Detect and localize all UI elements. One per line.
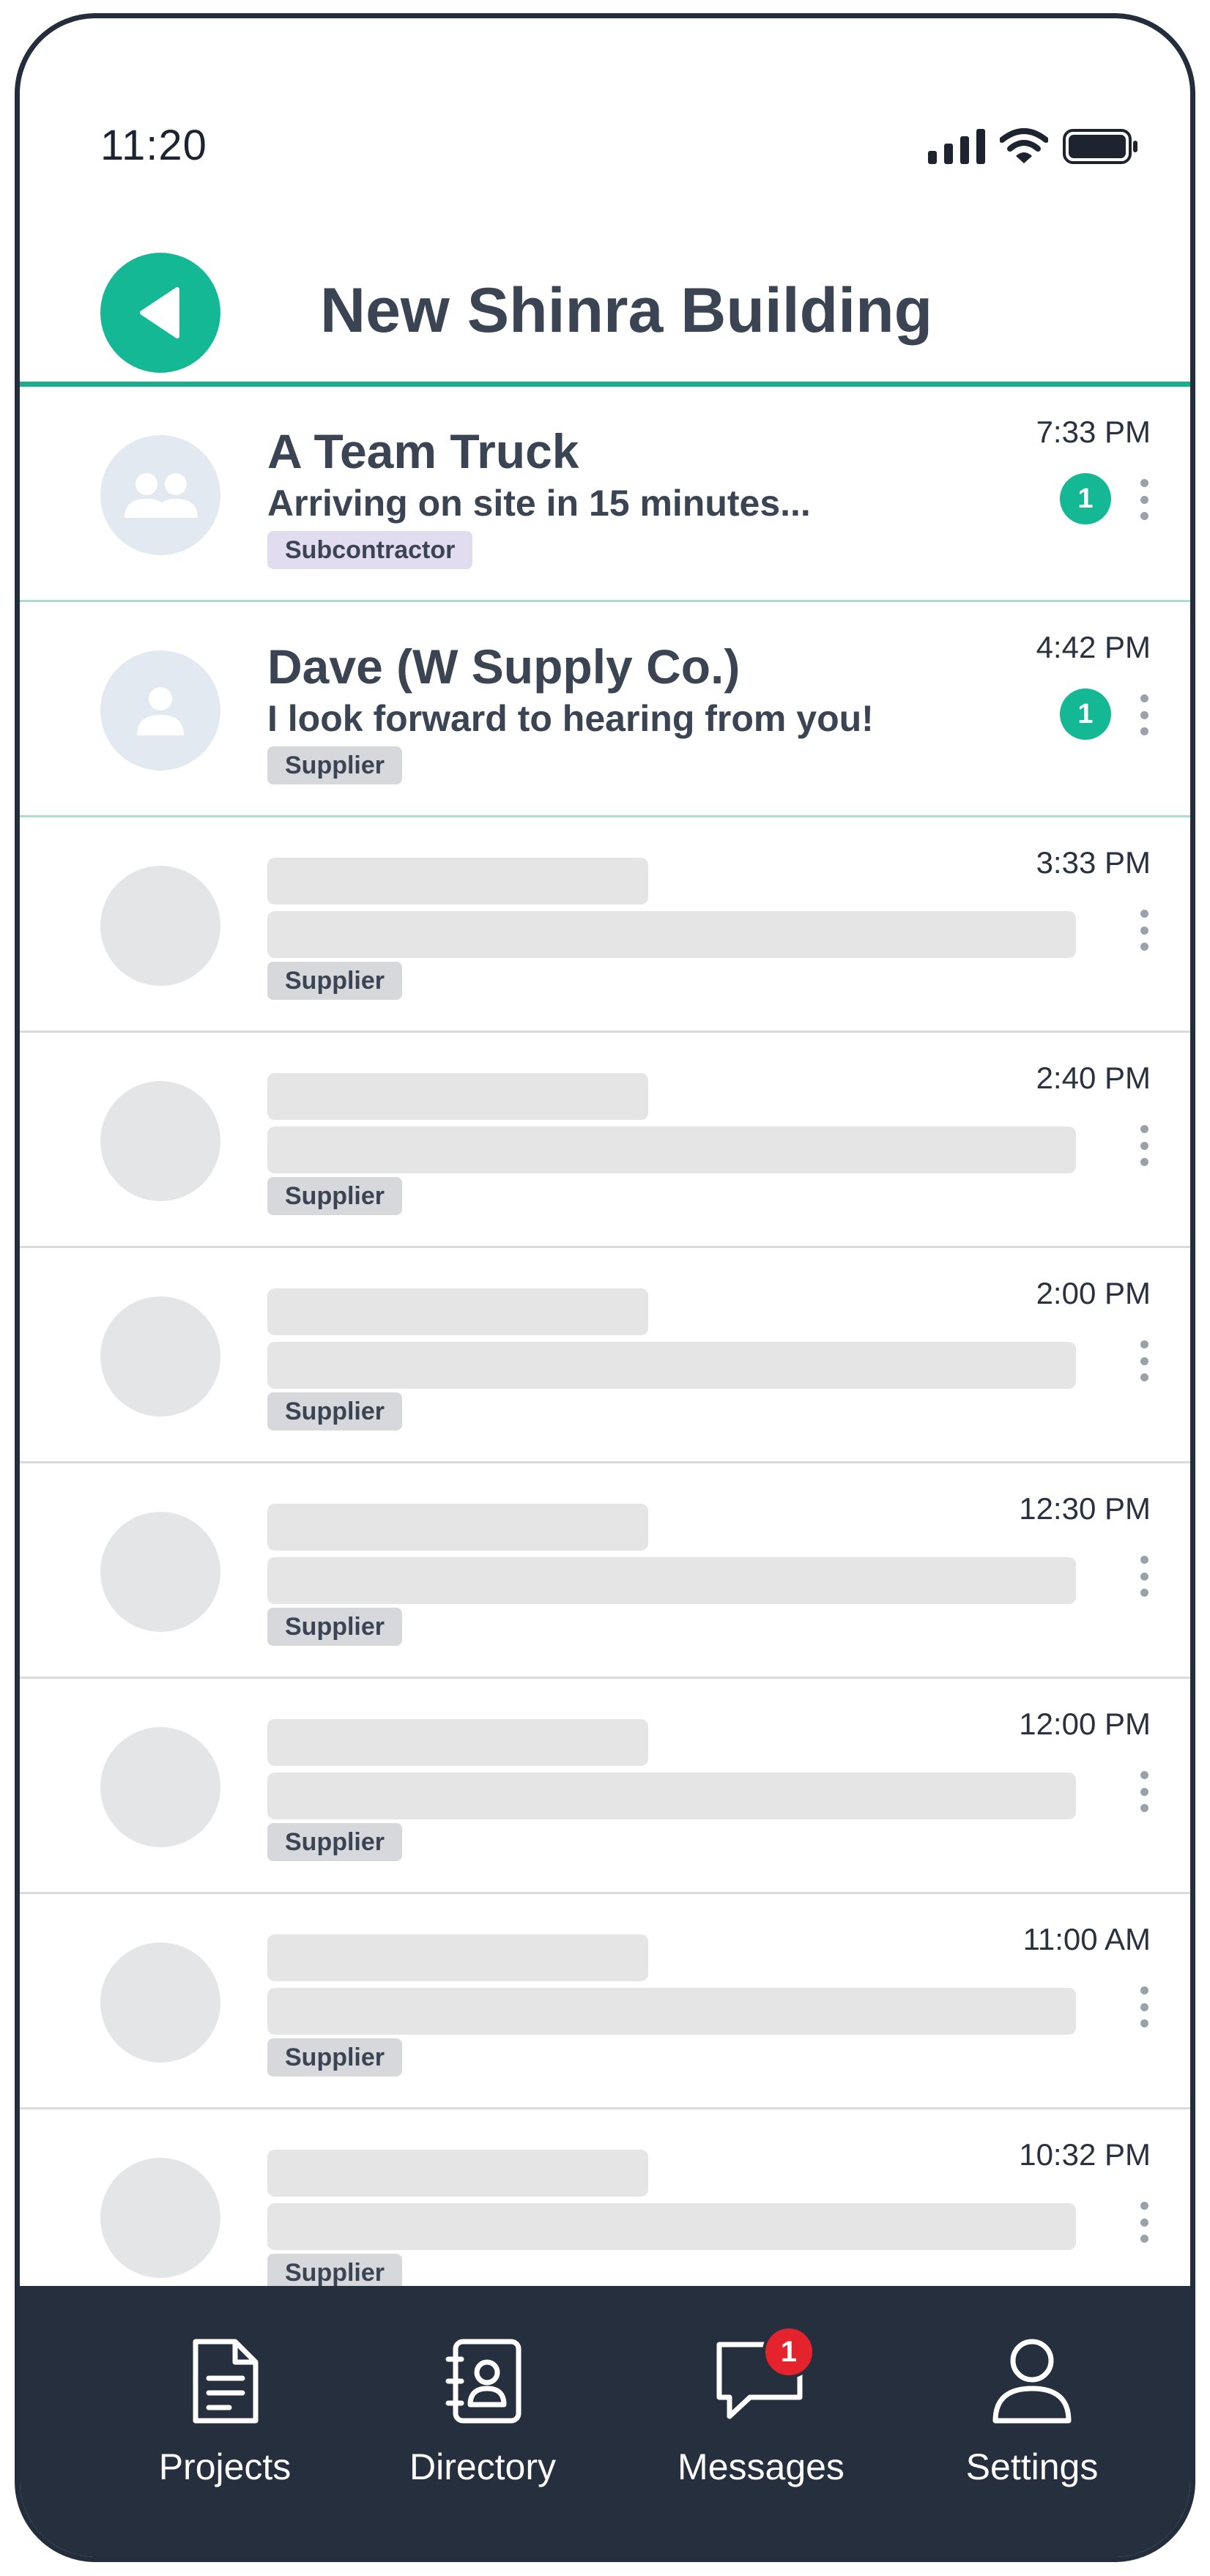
phone-frame: 11:20 New Shinra Building A Team Truck A… xyxy=(15,13,1195,2562)
wifi-icon xyxy=(1000,128,1048,163)
status-bar: 11:20 xyxy=(20,18,1190,187)
avatar xyxy=(100,650,220,771)
conversation-row[interactable]: Supplier 3:33 PM xyxy=(20,817,1190,1033)
role-badge: Subcontractor xyxy=(267,531,473,569)
name-placeholder xyxy=(267,858,648,905)
preview-placeholder xyxy=(267,1988,1076,2035)
message-time: 12:00 PM xyxy=(1019,1707,1151,1741)
status-time: 11:20 xyxy=(100,122,207,169)
header: New Shinra Building xyxy=(20,216,1190,392)
name-placeholder xyxy=(267,2150,648,2197)
role-badge: Supplier xyxy=(267,1608,403,1646)
role-badge: Supplier xyxy=(267,962,403,1000)
role-badge: Supplier xyxy=(267,2038,403,2076)
nav-label: Messages xyxy=(678,2446,845,2487)
more-options-button[interactable] xyxy=(1133,1556,1155,1597)
avatar-placeholder xyxy=(100,1296,220,1417)
conversation-row[interactable]: Supplier 12:30 PM xyxy=(20,1463,1190,1679)
avatar-placeholder xyxy=(100,1727,220,1847)
document-icon xyxy=(174,2330,276,2432)
nav-directory[interactable]: Directory xyxy=(365,2330,600,2488)
more-options-button[interactable] xyxy=(1133,910,1155,951)
avatar xyxy=(100,435,220,555)
preview-placeholder xyxy=(267,1126,1076,1173)
unread-count-badge: 1 xyxy=(1060,473,1111,524)
avatar-placeholder xyxy=(100,2158,220,2278)
status-icons xyxy=(928,128,1139,165)
conversation-row[interactable]: Dave (W Supply Co.) I look forward to he… xyxy=(20,602,1190,817)
more-options-button[interactable] xyxy=(1133,1986,1155,2027)
nav-projects[interactable]: Projects xyxy=(108,2330,342,2488)
name-placeholder xyxy=(267,1288,648,1335)
conversation-row[interactable]: Supplier 11:00 AM xyxy=(20,1894,1190,2109)
back-arrow-icon xyxy=(140,287,179,338)
name-placeholder xyxy=(267,1934,648,1981)
nav-label: Directory xyxy=(409,2446,557,2487)
back-button[interactable] xyxy=(100,253,220,373)
preview-placeholder xyxy=(267,1773,1076,1819)
more-options-button[interactable] xyxy=(1133,1340,1155,1381)
more-options-button[interactable] xyxy=(1133,1771,1155,1812)
message-preview: Arriving on site in 15 minutes... xyxy=(267,483,811,524)
message-time: 7:33 PM xyxy=(1036,415,1151,449)
more-options-button[interactable] xyxy=(1133,1125,1155,1166)
notification-badge: 1 xyxy=(762,2326,815,2378)
avatar-placeholder xyxy=(100,1942,220,2063)
more-options-button[interactable] xyxy=(1133,694,1155,735)
user-icon xyxy=(981,2330,1083,2432)
group-icon xyxy=(125,473,198,518)
message-time: 2:00 PM xyxy=(1036,1276,1151,1310)
bottom-nav: Projects Directory 1 Messages Settings xyxy=(20,2286,1190,2557)
message-time: 12:30 PM xyxy=(1019,1491,1151,1526)
contact-name: Dave (W Supply Co.) xyxy=(267,639,741,694)
message-time: 2:40 PM xyxy=(1036,1061,1151,1095)
conversation-row[interactable]: A Team Truck Arriving on site in 15 minu… xyxy=(20,387,1190,602)
address-book-icon xyxy=(431,2330,534,2432)
role-badge: Supplier xyxy=(267,1823,403,1861)
avatar-placeholder xyxy=(100,1512,220,1632)
role-badge: Supplier xyxy=(267,746,403,784)
message-preview: I look forward to hearing from you! xyxy=(267,698,874,739)
name-placeholder xyxy=(267,1719,648,1766)
message-time: 3:33 PM xyxy=(1036,845,1151,880)
message-time: 11:00 AM xyxy=(1022,1922,1151,1956)
avatar-placeholder xyxy=(100,866,220,986)
preview-placeholder xyxy=(267,911,1076,958)
battery-icon xyxy=(1063,129,1137,164)
preview-placeholder xyxy=(267,1342,1076,1389)
name-placeholder xyxy=(267,1073,648,1120)
conversation-row[interactable]: Supplier 2:00 PM xyxy=(20,1248,1190,1463)
conversation-row[interactable]: Supplier 2:40 PM xyxy=(20,1033,1190,1248)
preview-placeholder xyxy=(267,1557,1076,1604)
role-badge: Supplier xyxy=(267,1177,403,1215)
more-options-button[interactable] xyxy=(1133,2202,1155,2243)
unread-count-badge: 1 xyxy=(1060,688,1111,740)
preview-placeholder xyxy=(267,2203,1076,2250)
conversation-row[interactable]: Supplier 12:00 PM xyxy=(20,1679,1190,1894)
avatar-placeholder xyxy=(100,1081,220,1201)
more-options-button[interactable] xyxy=(1133,479,1155,520)
conversation-list: A Team Truck Arriving on site in 15 minu… xyxy=(20,387,1190,2325)
signal-icon xyxy=(928,129,985,164)
contact-name: A Team Truck xyxy=(267,424,579,478)
role-badge: Supplier xyxy=(267,1392,403,1430)
message-time: 10:32 PM xyxy=(1019,2137,1151,2172)
header-divider xyxy=(20,382,1190,387)
message-time: 4:42 PM xyxy=(1036,630,1151,664)
nav-label: Projects xyxy=(158,2446,292,2487)
person-icon xyxy=(137,687,184,735)
name-placeholder xyxy=(267,1504,648,1551)
nav-settings[interactable]: Settings xyxy=(915,2330,1149,2488)
chat-bubble-icon: 1 xyxy=(710,2326,815,2432)
nav-messages[interactable]: 1 Messages xyxy=(644,2326,878,2488)
nav-label: Settings xyxy=(965,2446,1099,2487)
page-title: New Shinra Building xyxy=(320,275,933,346)
